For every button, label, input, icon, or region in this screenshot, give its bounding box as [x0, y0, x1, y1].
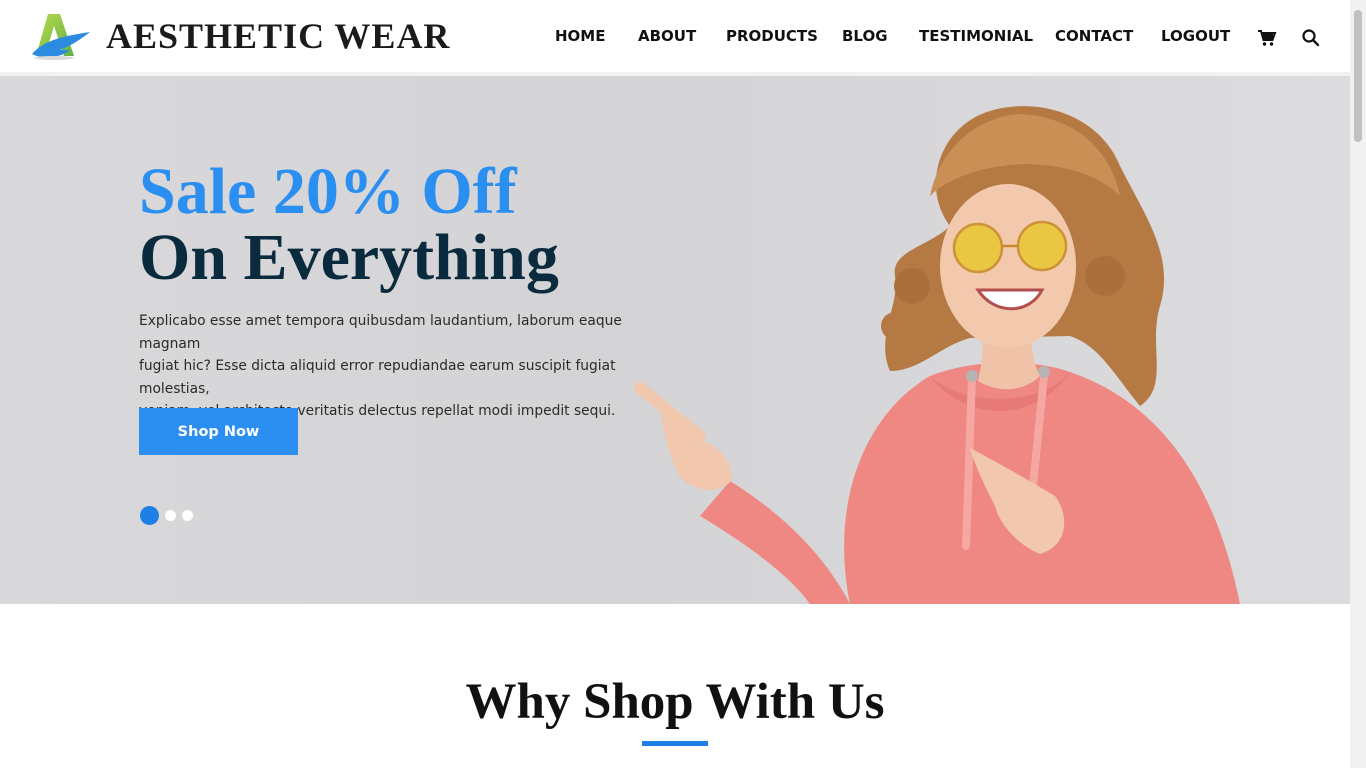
hero-description: Explicabo esse amet tempora quibusdam la…	[139, 310, 679, 423]
cart-icon[interactable]	[1257, 28, 1277, 48]
site-header: AESTHETIC WEAR HOME ABOUT PRODUCTS BLOG …	[0, 0, 1350, 76]
nav-products[interactable]: PRODUCTS	[726, 27, 818, 45]
nav-blog[interactable]: BLOG	[842, 27, 888, 45]
nav-testimonial[interactable]: TESTIMONIAL	[919, 27, 1033, 45]
shop-now-button[interactable]: Shop Now	[139, 408, 298, 455]
page-scrollbar[interactable]	[1350, 0, 1366, 768]
title-underline	[642, 741, 708, 746]
hero-model-image	[634, 106, 1240, 604]
hero-title-sale: Sale 20% Off	[139, 155, 517, 228]
hero-slider: Sale 20% Off On Everything Explicabo ess…	[0, 76, 1350, 604]
hero-title-everything: On Everything	[139, 221, 559, 294]
slider-dot-3[interactable]	[182, 510, 193, 521]
hero-description-line: fugiat hic? Esse dicta aliquid error rep…	[139, 358, 616, 397]
slider-dot-2[interactable]	[165, 510, 176, 521]
nav-contact[interactable]: CONTACT	[1055, 27, 1133, 45]
nav-logout[interactable]: LOGOUT	[1161, 27, 1230, 45]
hero-description-line: Explicabo esse amet tempora quibusdam la…	[139, 313, 622, 352]
nav-about[interactable]: ABOUT	[638, 27, 696, 45]
why-shop-title: Why Shop With Us	[465, 674, 885, 730]
slider-dots	[140, 506, 199, 525]
nav-home[interactable]: HOME	[555, 27, 605, 45]
main-nav: HOME ABOUT PRODUCTS BLOG TESTIMONIAL CON…	[0, 24, 1350, 52]
page: AESTHETIC WEAR HOME ABOUT PRODUCTS BLOG …	[0, 0, 1350, 768]
search-icon[interactable]	[1301, 28, 1321, 48]
slider-dot-1[interactable]	[140, 506, 159, 525]
scrollbar-thumb[interactable]	[1354, 10, 1362, 142]
